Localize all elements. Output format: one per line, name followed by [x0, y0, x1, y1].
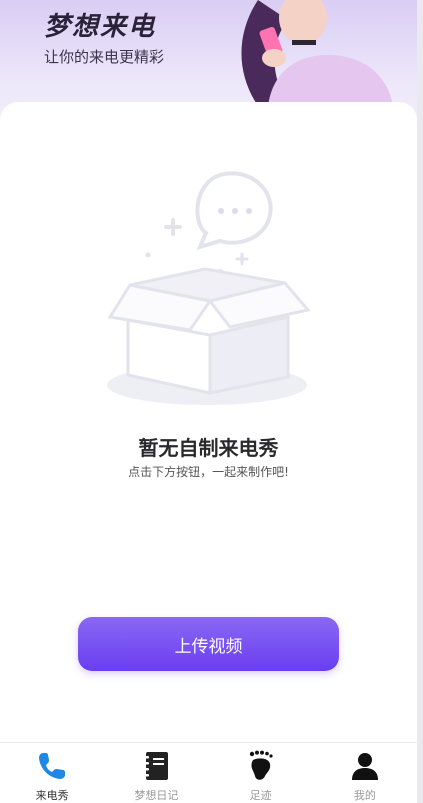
tab-label: 来电秀 — [35, 789, 69, 802]
empty-state-title: 暂无自制来电秀 — [138, 436, 279, 460]
tab-footprints[interactable]: 足迹 — [209, 743, 313, 803]
hero-illustration — [241, 0, 393, 106]
tab-label: 足迹 — [249, 789, 272, 802]
phone-icon — [35, 749, 69, 783]
upload-video-button[interactable]: 上传视频 — [78, 617, 339, 671]
person-icon — [348, 749, 382, 783]
tab-label: 梦想日记 — [134, 789, 179, 802]
notebook-icon — [139, 749, 173, 783]
empty-box-illustration — [107, 171, 311, 405]
scroll-edge — [417, 0, 423, 803]
empty-state-subtitle: 点击下方按钮，一起来制作吧! — [128, 465, 289, 479]
tab-label: 我的 — [353, 789, 376, 802]
bottom-tab-bar: 来电秀 梦想日记 足迹 我的 — [0, 742, 417, 803]
app-title: 梦想来电 — [44, 12, 157, 42]
footprint-icon — [244, 749, 278, 783]
app-subtitle: 让你的来电更精彩 — [44, 48, 165, 66]
tab-dream-diary[interactable]: 梦想日记 — [104, 743, 208, 803]
tab-call-show[interactable]: 来电秀 — [0, 743, 104, 803]
tab-mine[interactable]: 我的 — [313, 743, 417, 803]
